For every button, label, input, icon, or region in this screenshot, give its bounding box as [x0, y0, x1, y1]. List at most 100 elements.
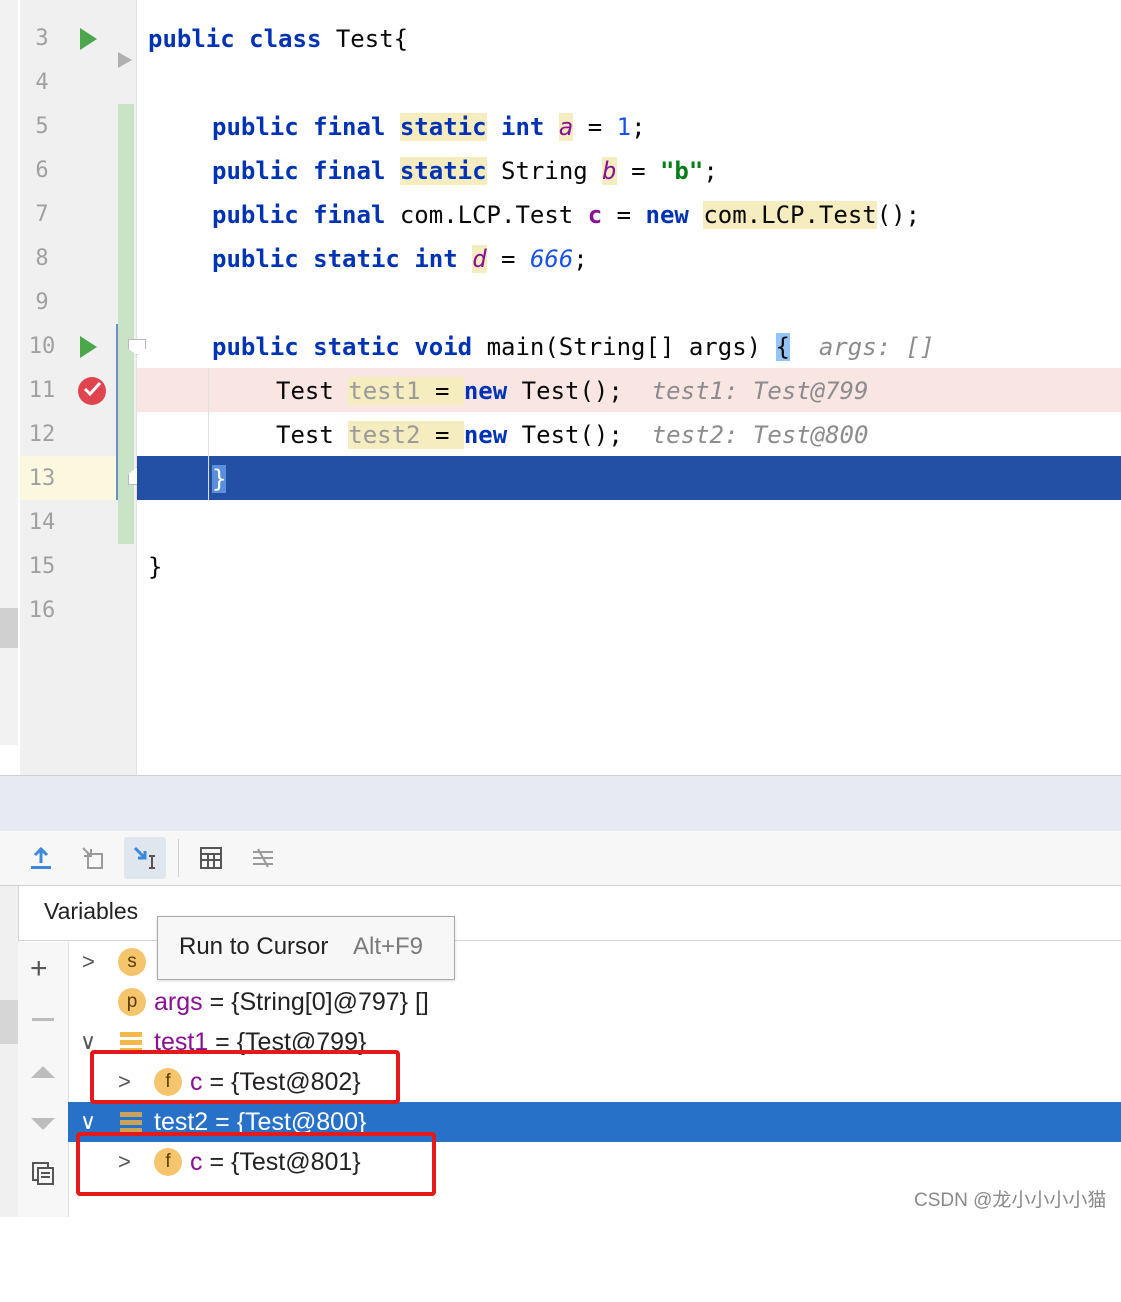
- keyword: new: [463, 421, 508, 449]
- execution-point-line: [137, 456, 1121, 500]
- constructor-call: Test();: [507, 421, 623, 449]
- keyword: void: [414, 333, 473, 361]
- keyword: static: [399, 157, 487, 185]
- code-line-15: }: [148, 545, 162, 589]
- closing-brace: }: [212, 465, 227, 493]
- run-to-cursor-icon: [133, 846, 155, 869]
- fold-arrow-icon[interactable]: [118, 52, 132, 68]
- move-down-icon[interactable]: [31, 1118, 55, 1130]
- code-line-3: public class Test{: [148, 17, 408, 61]
- drop-frame-icon: [82, 847, 103, 869]
- class-name: Test{: [335, 25, 409, 53]
- object-icon: [120, 1112, 142, 1133]
- keyword: class: [249, 25, 322, 53]
- tooltip-shortcut: Alt+F9: [353, 933, 424, 960]
- operator: =: [602, 201, 646, 229]
- breakpoint-check-icon: [83, 381, 102, 397]
- line-number: 6: [35, 158, 49, 183]
- debug-toolbar: [0, 831, 1121, 886]
- field-name: c: [587, 201, 603, 229]
- line-number: 15: [28, 554, 56, 579]
- field-name: a: [558, 113, 574, 141]
- keyword: public: [148, 25, 235, 53]
- annotation-box: [90, 1050, 400, 1104]
- trace-stream-button[interactable]: [242, 837, 284, 879]
- indent-guide: [208, 368, 209, 500]
- step-out-icon: [31, 846, 51, 869]
- breakpoint-icon[interactable]: [78, 377, 106, 405]
- variable-name: args: [154, 988, 203, 1016]
- operator: =: [420, 421, 464, 449]
- inline-value-hint: test1: Test@799: [651, 377, 869, 405]
- line-number: 10: [28, 334, 56, 359]
- panel-left-edge: [0, 886, 19, 1217]
- matched-brace: {: [775, 333, 790, 361]
- step-out-button[interactable]: [20, 837, 62, 879]
- code-line-8: public static int d = 666;: [212, 237, 588, 281]
- keyword: public: [212, 333, 299, 361]
- remove-watch-icon[interactable]: [32, 1018, 54, 1021]
- keyword: final: [313, 157, 386, 185]
- line-number: 5: [35, 114, 49, 139]
- tooltip: Run to Cursor Alt+F9: [157, 916, 455, 980]
- operator: =: [616, 157, 660, 185]
- semicolon: ;: [631, 113, 646, 141]
- semicolon: ;: [703, 157, 718, 185]
- panel-splitter[interactable]: [0, 775, 1121, 832]
- keyword: static: [313, 333, 400, 361]
- operator: =: [420, 377, 464, 405]
- add-watch-icon[interactable]: +: [30, 954, 48, 984]
- keyword: final: [313, 201, 386, 229]
- variable-text: args = {String[0]@797} []: [154, 982, 429, 1022]
- inline-value-hint: test2: Test@800: [651, 421, 869, 449]
- closing-brace: }: [148, 553, 163, 581]
- annotation-box: [76, 1132, 436, 1196]
- field-name: d: [472, 245, 487, 273]
- copy-icon[interactable]: [30, 1160, 56, 1186]
- evaluate-expression-button[interactable]: [190, 837, 232, 879]
- line-number: 3: [35, 26, 49, 51]
- panel-left-scroll-thumb[interactable]: [0, 1000, 18, 1044]
- move-up-icon[interactable]: [31, 1066, 55, 1078]
- editor-left-scroll-thumb[interactable]: [0, 608, 18, 648]
- inline-value-hint: args: []: [818, 333, 935, 361]
- line-number: 11: [28, 378, 56, 403]
- code-line-11: Test test1 = new Test(); test1: Test@799: [276, 369, 868, 413]
- toolbar-separator: [178, 839, 179, 877]
- method-signature: main(String[] args): [486, 333, 776, 361]
- code-line-10: public static void main(String[] args) {…: [212, 325, 935, 369]
- static-badge-icon: s: [118, 948, 146, 976]
- keyword: public: [212, 245, 299, 273]
- code-line-7: public final com.LCP.Test c = new com.LC…: [212, 193, 920, 237]
- line-number: 16: [28, 598, 56, 623]
- line-number: 14: [28, 510, 56, 535]
- field-name: b: [602, 157, 617, 185]
- keyword: new: [463, 377, 508, 405]
- variable-row[interactable]: p args = {String[0]@797} []: [68, 982, 1121, 1022]
- operator: =: [486, 245, 530, 273]
- keyword: public: [212, 157, 299, 185]
- literal: 1: [616, 113, 632, 141]
- code-line-12: Test test2 = new Test(); test2: Test@800: [276, 413, 868, 457]
- keyword: public: [212, 201, 299, 229]
- line-number: 4: [35, 70, 49, 95]
- run-to-cursor-button[interactable]: [124, 837, 166, 879]
- variable-name: test1: [348, 377, 421, 405]
- run-class-icon[interactable]: [80, 28, 97, 50]
- keyword: static: [399, 113, 487, 141]
- type: Test: [276, 377, 349, 405]
- drop-frame-button[interactable]: [72, 837, 114, 879]
- line-number: 13: [28, 466, 56, 491]
- calculator-icon: [200, 847, 222, 869]
- type: Test: [276, 421, 349, 449]
- line-number: 8: [35, 246, 49, 271]
- run-main-icon[interactable]: [80, 336, 97, 358]
- tooltip-label: Run to Cursor: [179, 933, 329, 960]
- chevron-right-icon[interactable]: >: [82, 942, 95, 982]
- keyword: static: [313, 245, 400, 273]
- code-line-6: public final static String b = "b";: [212, 149, 718, 193]
- type: int: [414, 245, 458, 273]
- variables-tab[interactable]: Variables: [44, 898, 138, 925]
- keyword: final: [313, 113, 386, 141]
- code-editor[interactable]: 3 4 5 6 7 8 9 10 11 12 13 14 15 16 publi…: [0, 0, 1121, 775]
